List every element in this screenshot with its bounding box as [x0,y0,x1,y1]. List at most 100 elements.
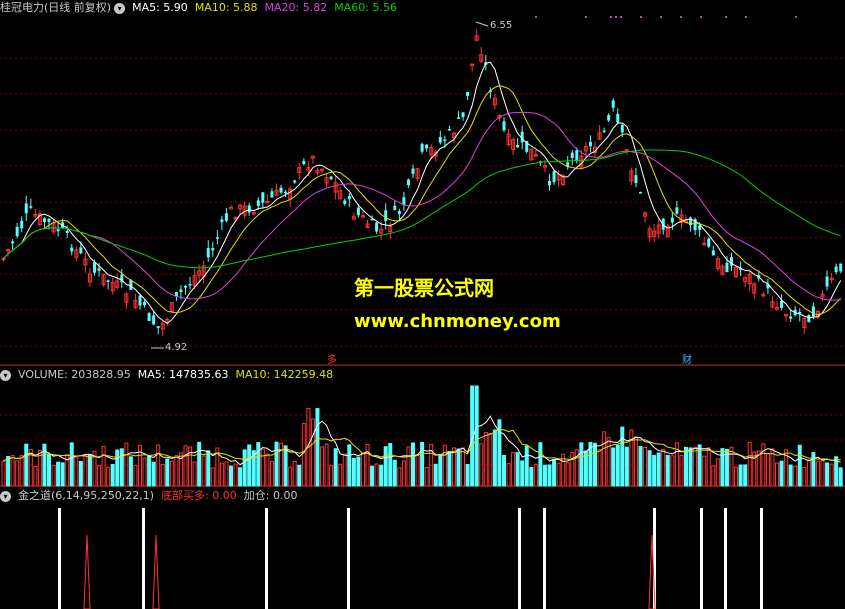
low-price-label: 4.92 [165,342,188,353]
volume-bar [720,448,725,487]
volume-bar [392,459,397,487]
volume-bar [101,445,106,487]
candle-body [256,200,260,206]
volume-bar [806,459,811,487]
volume-header: ▾ VOLUME: 203828.95 MA5: 147835.63 MA10: 14… [0,367,340,383]
volume-bar [238,467,243,487]
volume-bar [679,455,684,487]
volume-bar [356,456,361,487]
signal-bar [518,508,521,609]
event-marker-cai[interactable]: 财 [682,351,692,366]
candle-body [143,302,147,306]
candle-body [79,247,83,254]
candle-body [602,130,606,133]
volume-bar [401,460,406,487]
volume-bar [706,447,711,487]
volume-bar [647,450,652,487]
bottom-buy-spike [152,534,160,609]
volume-bar [51,464,56,487]
main-chart-header: 桂冠电力(日线 前复权) ▾ MA5: 5.90 MA10: 5.88 MA20: 5.… [0,0,404,16]
signal-bar [142,508,145,609]
volume-bar [415,454,420,487]
signal-bar [58,508,61,609]
volume-bar [56,461,61,487]
volume-bar [838,467,843,487]
volume-bar [265,453,270,487]
signal-bar [347,508,350,609]
volume-bar [743,464,748,487]
volume-bar [110,463,115,487]
candle-body [620,124,624,133]
candle-body [47,218,51,223]
volume-bar [715,458,720,487]
ma60-line [3,149,841,269]
volume-bar [10,455,15,487]
volume-bar [515,452,520,487]
candle-body [247,205,251,213]
ma20-value: MA20: 5.82 [264,1,328,14]
volume-bar [142,457,147,487]
volume-bar [815,460,820,487]
volume-bar [360,452,365,487]
volume-bar [119,448,124,487]
volume-bar [597,449,602,487]
volume-bar [388,443,393,487]
volume-bar [301,423,306,487]
event-marker-duo[interactable]: 多 [327,351,337,366]
candle-body [97,268,101,271]
candle-body [438,136,442,143]
chevron-down-icon[interactable]: ▾ [114,2,126,14]
candle-body [825,276,829,287]
volume-bar [338,463,343,487]
event-dot [620,16,622,18]
volume-bar [633,436,638,487]
volume-bar [288,466,293,487]
volume-bar [365,443,370,487]
event-dot [700,16,702,18]
volume-ma5: MA5: 147835.63 [137,368,229,381]
volume-bar [556,462,561,487]
candle-body [461,112,465,118]
candle-body [224,213,228,221]
volume-bar [210,467,215,487]
event-dot [725,16,727,18]
volume-bar [374,463,379,487]
volume-bar [247,444,252,487]
volume-bar [656,452,661,487]
volume-bar [297,464,302,487]
event-dot [640,16,642,18]
candle-body [447,129,451,131]
candle-body [211,248,215,251]
volume-bar [533,463,538,487]
volume-bar [465,463,470,487]
candle-body [457,117,460,119]
volume-bar [747,441,752,487]
volume-bar [488,432,493,487]
volume-bar [670,455,675,487]
volume-bar [183,445,188,487]
chevron-down-icon[interactable]: ▾ [0,369,11,381]
volume-bar [711,465,716,487]
candle-body [611,100,615,108]
candle-body [356,207,360,216]
volume-bar [60,462,65,487]
event-dot [795,16,797,18]
chevron-down-icon[interactable]: ▾ [0,490,11,502]
candle-body [707,238,711,247]
volume-bar [192,461,197,487]
candle-body [56,229,60,232]
bottom-buy-spike [83,534,91,609]
volume-bar [83,455,88,487]
volume-bar [693,446,698,487]
candle-body [397,211,401,214]
candle-body [711,250,715,256]
chart-canvas[interactable] [0,0,845,609]
candle-body [156,326,160,329]
candle-body [607,115,611,121]
indicator-header: ▾ 金之道(6,14,95,250,22,1) 底部买多: 0.00 加仓: 0.00 [0,488,304,504]
candle-body [261,192,265,203]
volume-bar [383,446,388,487]
volume-value: VOLUME: 203828.95 [18,368,131,381]
candle-body [466,92,470,96]
candle-body [393,205,397,210]
